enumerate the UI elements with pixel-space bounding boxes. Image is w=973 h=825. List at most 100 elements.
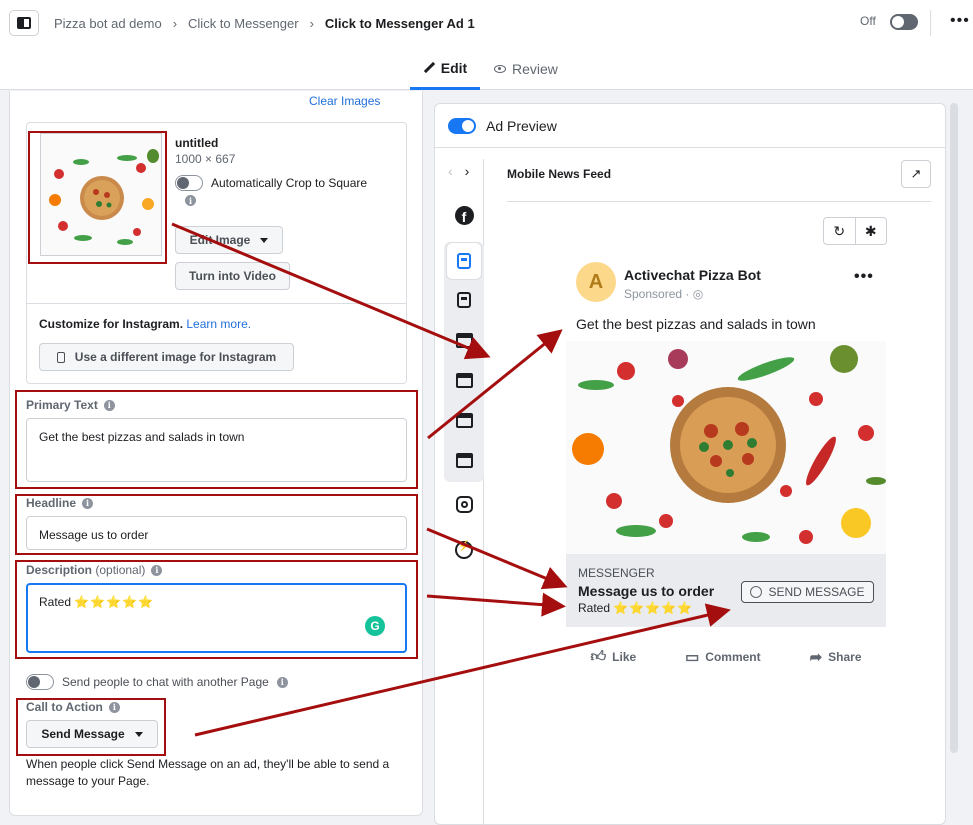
shop-icon — [455, 372, 473, 388]
refresh-icon[interactable]: ↻ — [824, 218, 855, 244]
marketplace-placement[interactable] — [454, 410, 474, 430]
open-external-button[interactable]: ↗ — [901, 160, 931, 188]
crop-toggle[interactable] — [175, 175, 203, 191]
facebook-placement[interactable]: f — [454, 205, 474, 225]
stars-text: ⭐⭐⭐⭐⭐ — [74, 595, 155, 609]
page-name: Activechat Pizza Bot — [624, 267, 761, 283]
ad-editor-panel: Clear Images untitled 1000 × 667 Automat… — [9, 91, 423, 816]
comment-button[interactable]: ▭ Comment — [685, 648, 761, 666]
placement-title: Mobile News Feed — [507, 167, 612, 181]
marketplace-placement[interactable] — [454, 450, 474, 470]
call-to-action-label-text: Call to Action — [26, 700, 103, 714]
clear-images-link[interactable]: Clear Images — [309, 94, 380, 108]
chevron-right-icon: › — [309, 16, 314, 31]
desktop-feed-placement[interactable] — [454, 290, 474, 310]
ad-preview-toggle[interactable] — [448, 117, 476, 134]
description-label: Description (optional) i — [26, 563, 163, 577]
info-icon[interactable]: i — [276, 676, 288, 688]
avatar: A — [576, 262, 616, 302]
instagram-image-button[interactable]: Use a different image for Instagram — [39, 343, 294, 371]
chat-with-page-row: Send people to chat with another Page i — [26, 674, 288, 690]
shop-icon — [455, 412, 473, 428]
marketplace-placement[interactable] — [454, 370, 474, 390]
breadcrumb-adset[interactable]: Click to Messenger — [188, 16, 299, 31]
call-to-action-help: When people click Send Message on an ad,… — [26, 757, 390, 788]
comment-icon: ▭ — [685, 649, 700, 666]
call-to-action-label: Call to Action i — [26, 700, 120, 714]
turn-into-video-label: Turn into Video — [189, 269, 276, 283]
mobile-feed-placement[interactable] — [454, 251, 474, 271]
eye-icon — [494, 65, 506, 73]
edit-image-button[interactable]: Edit Image — [175, 226, 283, 254]
chevron-left-icon[interactable]: ‹ — [448, 163, 453, 179]
caret-down-icon — [260, 237, 269, 243]
headline-label-text: Headline — [26, 496, 77, 510]
primary-text-label: Primary Text i — [26, 398, 115, 412]
send-message-button[interactable]: SEND MESSAGE — [741, 581, 874, 603]
more-icon[interactable]: ••• — [854, 268, 874, 286]
instagram-title: Customize for Instagram. — [39, 317, 184, 331]
phone-icon — [56, 351, 65, 363]
chat-with-page-label: Send people to chat with another Page — [62, 675, 269, 689]
pizza-thumbnail-image — [41, 134, 161, 255]
headline-input[interactable]: Message us to order — [26, 516, 407, 550]
pencil-icon — [423, 62, 435, 74]
crop-label: Automatically Crop to Square — [211, 176, 368, 190]
breadcrumb-ad: Click to Messenger Ad 1 — [324, 16, 475, 31]
description-label-text: Description — [26, 563, 93, 577]
ad-primary-text: Get the best pizzas and salads in town — [576, 316, 816, 332]
ad-stars: ⭐⭐⭐⭐⭐ — [613, 601, 694, 615]
edit-image-label: Edit Image — [189, 233, 251, 247]
primary-text-input[interactable]: Get the best pizzas and salads in town — [26, 418, 407, 482]
description-input[interactable]: Rated ⭐⭐⭐⭐⭐ G — [26, 583, 407, 653]
marketplace-placement[interactable] — [454, 330, 474, 350]
info-icon[interactable]: i — [103, 399, 115, 411]
more-icon[interactable]: ••• — [950, 12, 970, 30]
like-button[interactable]: 👍︎ Like — [590, 648, 636, 666]
divider — [930, 10, 931, 36]
info-icon[interactable]: i — [108, 701, 120, 713]
crop-row: Automatically Crop to Square — [175, 175, 367, 191]
ad-description-text: Rated — [578, 601, 611, 615]
shop-icon — [455, 452, 473, 468]
grammarly-icon[interactable]: G — [365, 616, 385, 636]
caret-down-icon — [134, 731, 143, 737]
instagram-placement[interactable] — [454, 494, 474, 514]
globe-icon: ◎ — [692, 287, 704, 301]
image-dimensions: 1000 × 667 — [175, 152, 236, 166]
chat-with-page-toggle[interactable] — [26, 674, 54, 690]
preview-scrollbar[interactable] — [950, 103, 958, 753]
primary-text-label-text: Primary Text — [26, 398, 98, 412]
tab-edit-label: Edit — [440, 59, 468, 76]
feed-icon — [457, 292, 471, 308]
pizza-image — [566, 341, 886, 554]
ad-preview-panel: Ad Preview ‹ › f ⚡ Mobile News Feed ↗ ↻ … — [434, 103, 946, 825]
ad-status-toggle[interactable] — [890, 14, 918, 30]
tab-review[interactable]: Review — [494, 48, 558, 90]
breadcrumb-campaign[interactable]: Pizza bot ad demo — [54, 16, 162, 31]
learn-more-link[interactable]: Learn more. — [186, 317, 251, 331]
messenger-icon — [750, 586, 763, 598]
toggle-sidebar-button[interactable] — [9, 10, 39, 36]
bug-icon[interactable]: ✱ — [854, 218, 887, 244]
image-card: untitled 1000 × 667 Automatically Crop t… — [26, 122, 407, 384]
placement-nav: ‹ › — [448, 163, 469, 179]
share-button[interactable]: ➦ Share — [810, 648, 862, 666]
chevron-right-icon[interactable]: › — [465, 163, 470, 179]
preview-tools: ↻ ✱ — [823, 217, 887, 245]
image-thumbnail[interactable] — [40, 133, 162, 256]
call-to-action-dropdown[interactable]: Send Message — [26, 720, 158, 748]
headline-label: Headline i — [26, 496, 94, 510]
chevron-right-icon: › — [172, 16, 178, 31]
sponsored-label: Sponsored · ◎ — [624, 287, 703, 301]
info-icon[interactable]: i — [185, 195, 196, 206]
turn-into-video-button[interactable]: Turn into Video — [175, 262, 290, 290]
info-icon[interactable]: i — [82, 497, 94, 509]
tab-edit[interactable]: Edit — [410, 48, 480, 90]
ad-preview-title: Ad Preview — [486, 117, 557, 134]
facebook-icon: f — [454, 205, 474, 225]
tab-bar: Edit Review — [0, 48, 973, 90]
ad-description: Rated ⭐⭐⭐⭐⭐ — [578, 601, 693, 615]
messenger-placement[interactable] — [454, 540, 474, 560]
info-icon[interactable]: i — [151, 564, 163, 576]
